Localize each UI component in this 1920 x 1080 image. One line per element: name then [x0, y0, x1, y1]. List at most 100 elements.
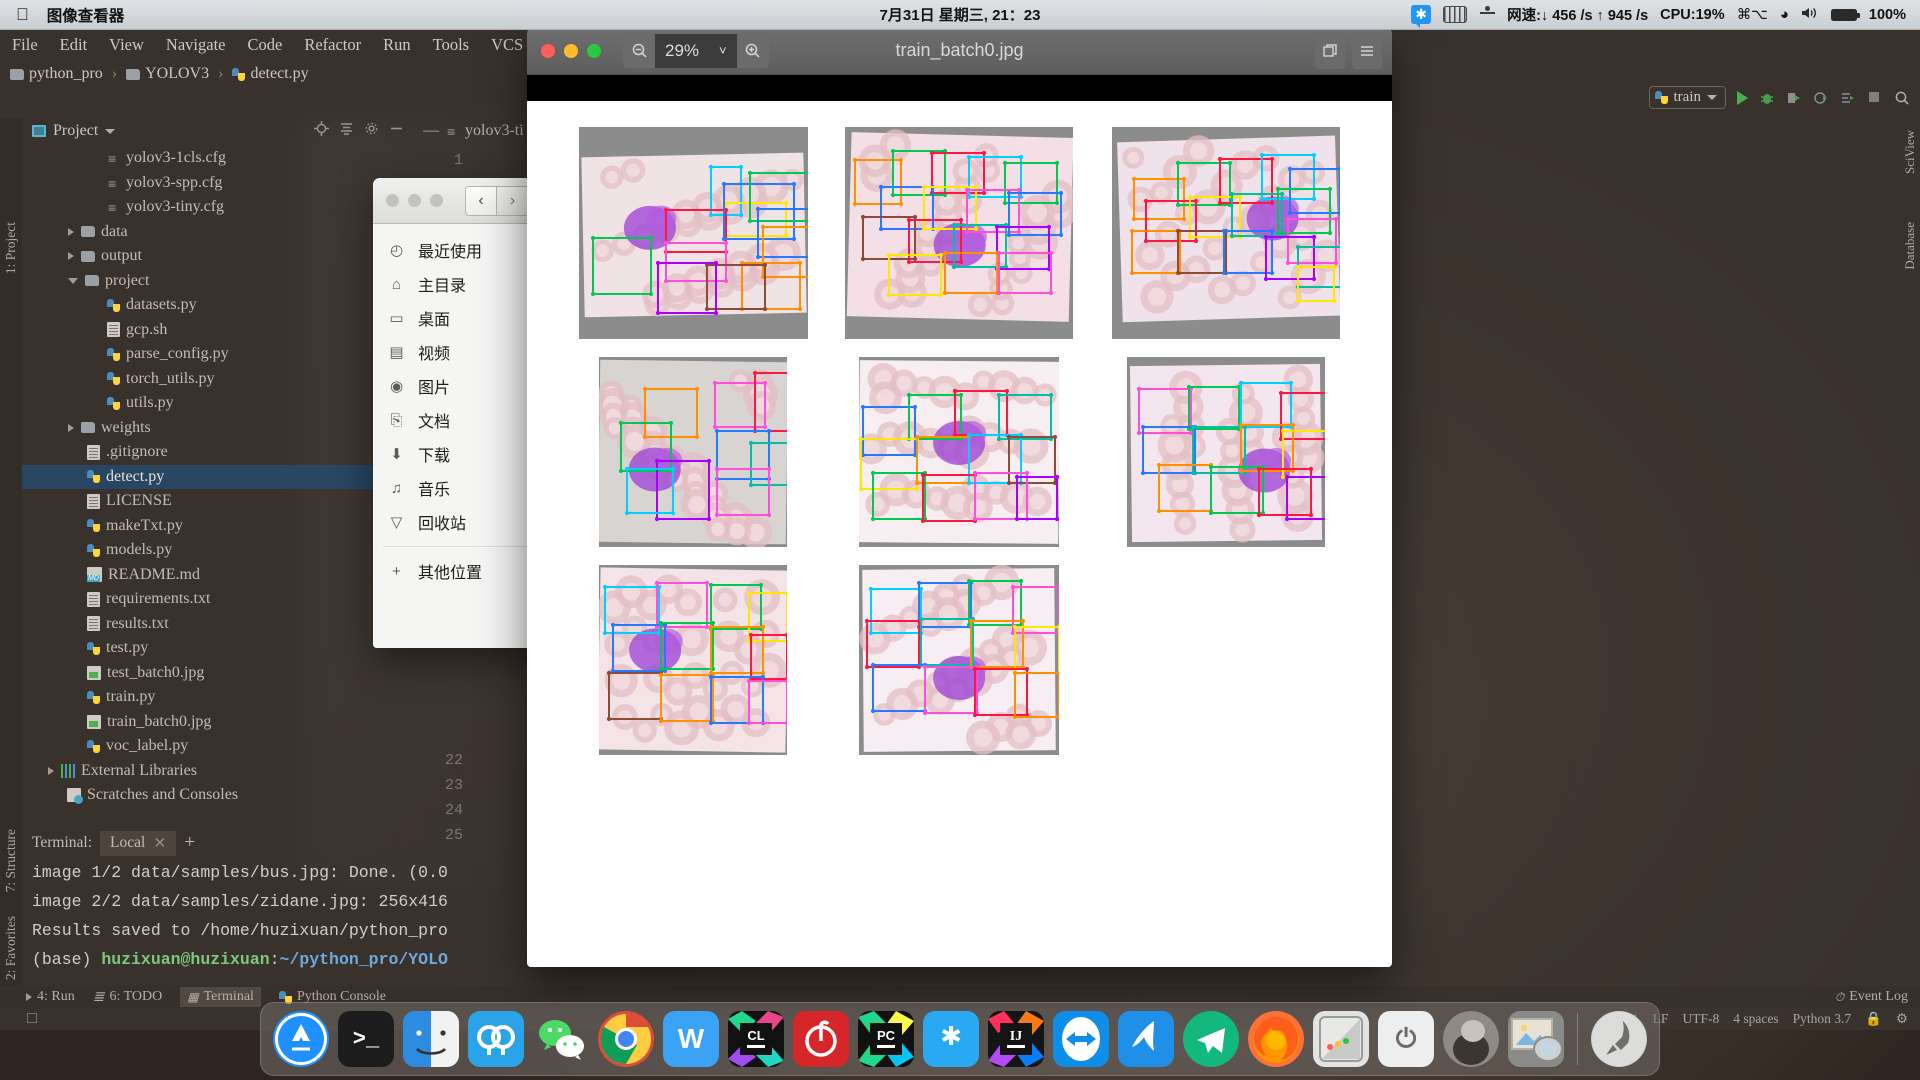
dock-item-chrome[interactable]	[598, 1011, 654, 1067]
terminal-tab-local[interactable]: Local ✕	[100, 830, 177, 856]
python-interpreter[interactable]: Python 3.7	[1793, 1011, 1852, 1027]
tree-item-voc-label-py[interactable]: voc_label.py	[22, 734, 412, 759]
dock-item-launchpad[interactable]	[1591, 1011, 1647, 1067]
run-button[interactable]	[1737, 90, 1748, 105]
menu-run[interactable]: Run	[383, 35, 411, 55]
tree-item-train-py[interactable]: train.py	[22, 685, 412, 710]
tree-item-requirements-txt[interactable]: requirements.txt	[22, 587, 412, 612]
dock-item-power[interactable]: ⏻	[1378, 1011, 1434, 1067]
tree-item-test-batch0-jpg[interactable]: test_batch0.jpg	[22, 661, 412, 686]
minimize-button[interactable]	[408, 194, 421, 207]
menu-code[interactable]: Code	[247, 35, 282, 55]
dock-item-app-store[interactable]	[273, 1011, 329, 1067]
tree-item-external-libraries[interactable]: External Libraries	[22, 759, 412, 784]
maximize-button[interactable]	[587, 43, 601, 58]
tree-item-data[interactable]: data	[22, 220, 412, 245]
tree-item-scratches-and-consoles[interactable]: Scratches and Consoles	[22, 783, 412, 808]
debug-icon[interactable]	[1759, 90, 1775, 106]
menu-vcs[interactable]: VCS	[491, 35, 523, 55]
menu-tools[interactable]: Tools	[433, 35, 469, 55]
memory-indicator[interactable]: ☐	[26, 1011, 38, 1027]
chevron-down-icon[interactable]	[105, 128, 116, 134]
lock-icon[interactable]: 🔒	[1865, 1011, 1882, 1027]
tool-button-todo[interactable]: ≣ 6: TODO	[93, 989, 163, 1006]
keyboard-icon[interactable]	[1443, 6, 1468, 23]
battery-percent[interactable]: 100%	[1869, 7, 1906, 23]
ide-settings-icon[interactable]: ⚙	[1896, 1011, 1908, 1027]
menu-file[interactable]: File	[12, 35, 38, 55]
tree-item-readme-md[interactable]: README.md	[22, 563, 412, 588]
tree-item-project[interactable]: project	[22, 269, 412, 294]
zoom-out-icon[interactable]	[623, 33, 655, 68]
tree-item-detect-py[interactable]: detect.py	[22, 464, 412, 489]
tree-item-torch-utils-py[interactable]: torch_utils.py	[22, 367, 412, 392]
tree-item-gitignore[interactable]: .gitignore	[22, 440, 412, 465]
tree-item-results-txt[interactable]: results.txt	[22, 612, 412, 637]
panel-collapse-icon[interactable]: —	[423, 122, 439, 140]
sidebar-item-project[interactable]: 1: Project	[3, 222, 19, 274]
dock-item-wps-writer[interactable]: W	[663, 1011, 719, 1067]
dock-item-firefox[interactable]	[1248, 1011, 1304, 1067]
dock-item-image-viewer[interactable]	[1508, 1011, 1564, 1067]
zoom-in-icon[interactable]	[736, 33, 769, 68]
collapse-arrow-icon[interactable]	[68, 277, 78, 284]
tree-item-license[interactable]: LICENSE	[22, 489, 412, 514]
run-with-args-icon[interactable]	[1840, 90, 1856, 106]
network-speed-indicator[interactable]: 网速:↓ 456 /s ↑ 945 /s	[1507, 4, 1648, 25]
input-method-indicator[interactable]: ⌘⌥	[1737, 7, 1768, 23]
indent-setting[interactable]: 4 spaces	[1733, 1011, 1778, 1027]
tab-yolov3-tiny-cfg[interactable]: yolov3-ti	[446, 122, 524, 140]
run-configuration-selector[interactable]: train	[1648, 86, 1726, 109]
tree-item-weights[interactable]: weights	[22, 416, 412, 441]
dock-item-user-avatar[interactable]	[1443, 1011, 1499, 1067]
hamburger-icon[interactable]	[1352, 32, 1382, 69]
menu-navigate[interactable]: Navigate	[166, 35, 226, 55]
expand-arrow-icon[interactable]	[68, 227, 74, 236]
profile-icon[interactable]	[1813, 90, 1829, 106]
accessibility-icon[interactable]	[1479, 5, 1496, 24]
tree-item-yolov3-tiny-cfg[interactable]: yolov3-tiny.cfg	[22, 195, 412, 220]
sidebar-item-structure[interactable]: 7: Structure	[3, 829, 19, 892]
dock-item-teamviewer[interactable]	[1053, 1011, 1109, 1067]
tree-item-utils-py[interactable]: utils.py	[22, 391, 412, 416]
dock-item-intellij-idea[interactable]: IJ	[988, 1011, 1044, 1067]
forward-button[interactable]: ›	[497, 185, 529, 216]
restore-icon[interactable]	[1315, 32, 1345, 69]
wifi-icon[interactable]: ◕	[1780, 6, 1789, 23]
stop-button[interactable]	[1867, 90, 1883, 106]
maximize-button[interactable]	[430, 194, 443, 207]
tree-item-maketxt-py[interactable]: makeTxt.py	[22, 514, 412, 539]
search-everywhere-icon[interactable]	[1894, 90, 1910, 106]
dock-item-screenshot-tool[interactable]	[1313, 1011, 1369, 1067]
tree-item-train-batch0-jpg[interactable]: train_batch0.jpg	[22, 710, 412, 735]
expand-arrow-icon[interactable]	[68, 423, 74, 432]
tool-button-terminal[interactable]: ▦ Terminal	[180, 987, 261, 1007]
hide-panel-icon[interactable]	[389, 121, 404, 141]
file-encoding[interactable]: UTF-8	[1682, 1011, 1719, 1027]
dock-item-baidu-netdisk[interactable]	[468, 1011, 524, 1067]
viewer-canvas[interactable]	[527, 101, 1392, 967]
breadcrumb-item-yolov3[interactable]: YOLOV3	[126, 65, 209, 83]
dock-item-sogou-input[interactable]: ✱	[923, 1011, 979, 1067]
battery-icon[interactable]	[1830, 8, 1860, 21]
apple-logo-icon[interactable]: 	[16, 6, 29, 23]
expand-arrow-icon[interactable]	[68, 252, 74, 261]
dock-item-netease-music[interactable]	[793, 1011, 849, 1067]
tree-item-test-py[interactable]: test.py	[22, 636, 412, 661]
zoom-level-dropdown[interactable]: 29% ˅	[655, 33, 737, 68]
tree-item-parse-config-py[interactable]: parse_config.py	[22, 342, 412, 367]
back-button[interactable]: ‹	[465, 185, 497, 216]
menu-refactor[interactable]: Refactor	[304, 35, 361, 55]
dock-item-terminal[interactable]: >_	[338, 1011, 394, 1067]
cpu-usage-indicator[interactable]: CPU:19%	[1660, 7, 1724, 23]
menu-edit[interactable]: Edit	[60, 35, 88, 55]
tree-item-yolov3-spp-cfg[interactable]: yolov3-spp.cfg	[22, 171, 412, 196]
dock-item-pycharm[interactable]: PC	[858, 1011, 914, 1067]
close-button[interactable]	[386, 194, 399, 207]
tool-button-run[interactable]: 4: Run	[26, 989, 75, 1005]
tree-item-output[interactable]: output	[22, 244, 412, 269]
sidebar-item-favorites[interactable]: 2: Favorites	[3, 916, 19, 980]
minimize-button[interactable]	[564, 43, 578, 58]
breadcrumb-item-python-pro[interactable]: python_pro	[10, 65, 103, 83]
dock-item-wechat[interactable]	[533, 1011, 589, 1067]
